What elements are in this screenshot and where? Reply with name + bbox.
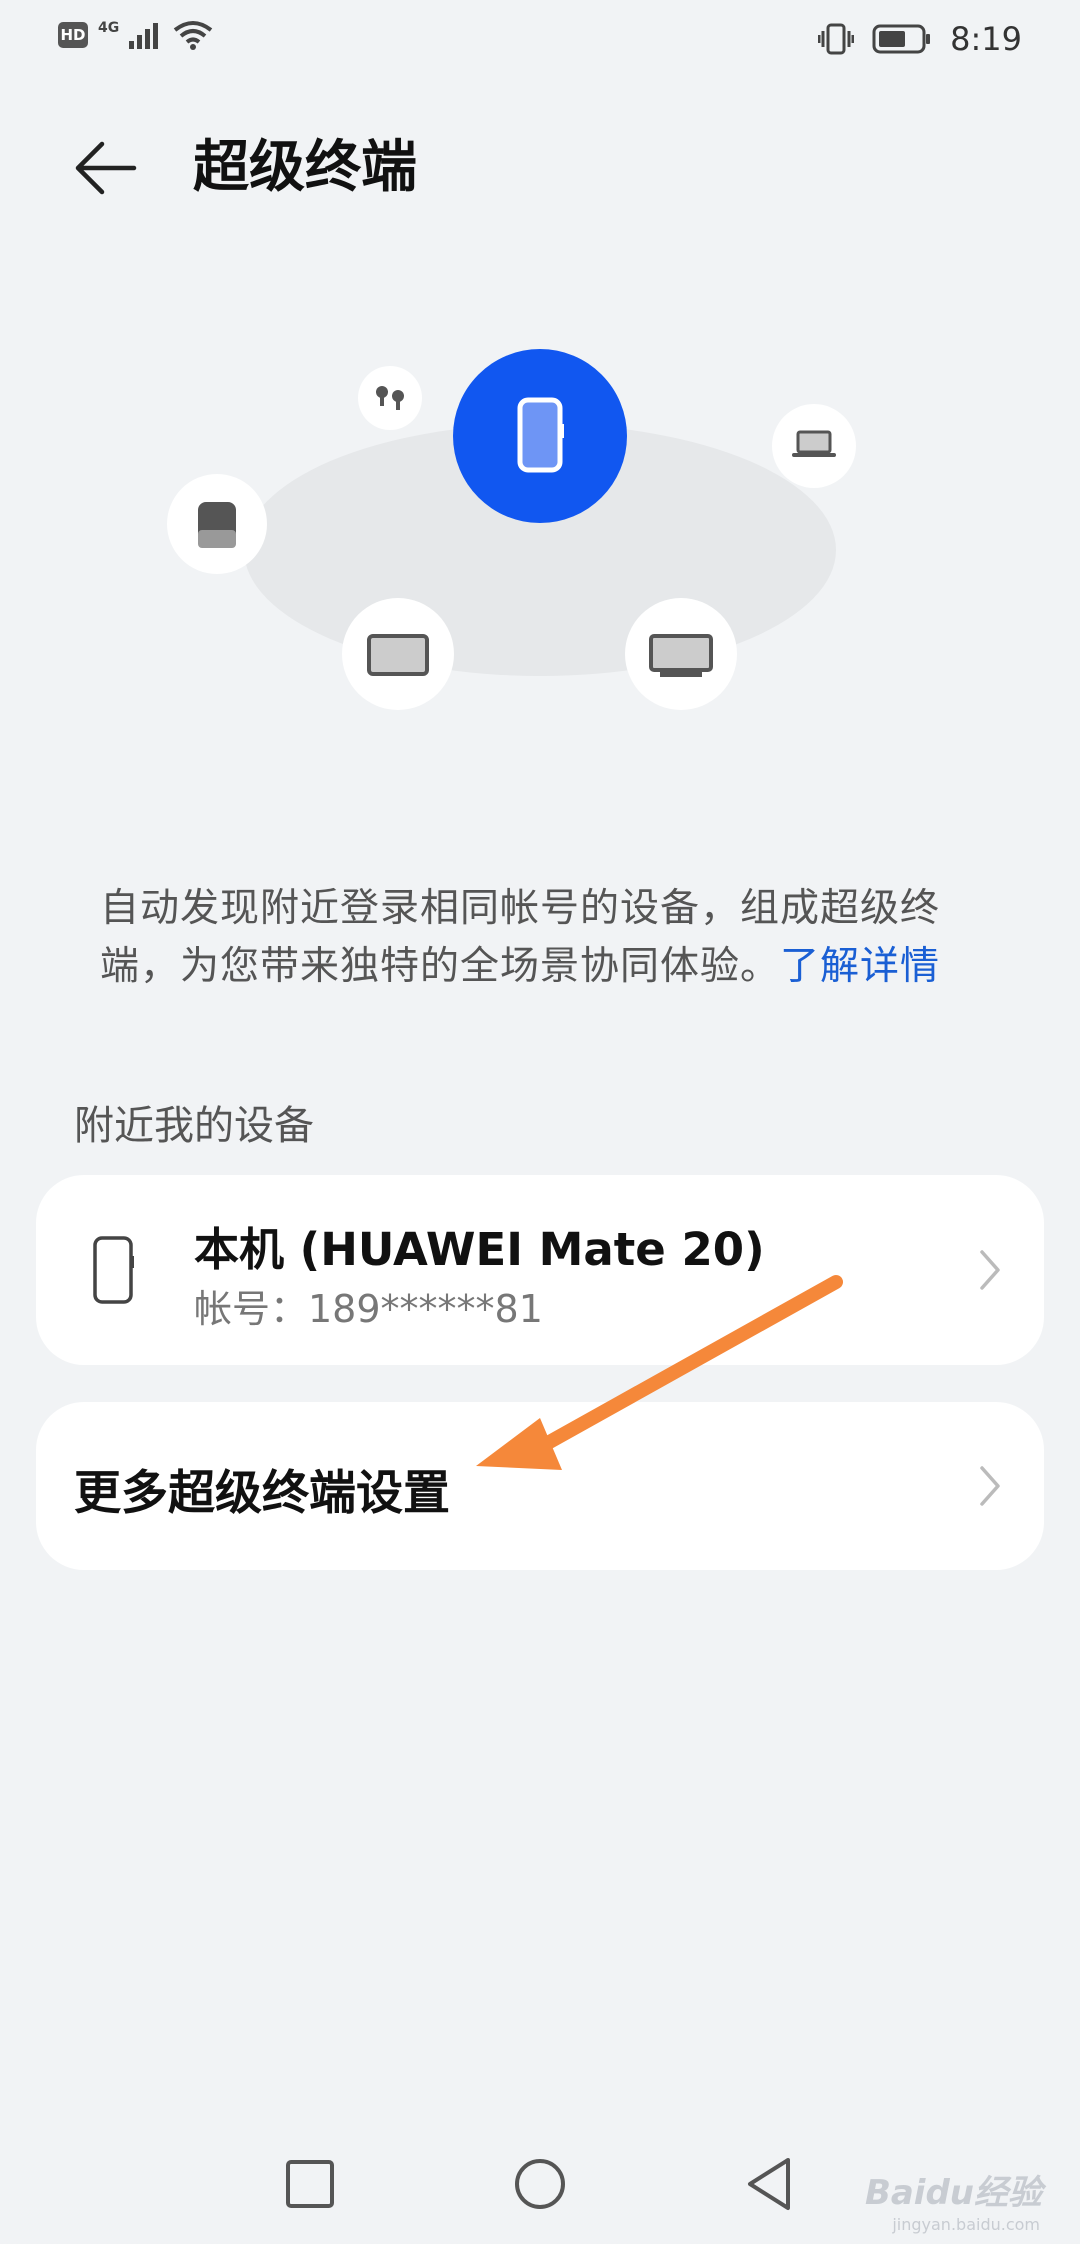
watermark-url: jingyan.baidu.com [892,2215,1040,2234]
laptop-icon [772,404,856,488]
watermark-brand: Baidu经验 [864,2173,1042,2213]
hd-badge: HD [58,22,88,48]
clock: 8:19 [950,20,1022,58]
section-title-nearby-devices: 附近我的设备 [74,1103,314,1149]
back-button[interactable] [68,130,144,206]
device-account: 帐号：189******81 [194,1287,543,1331]
super-device-illustration [167,349,856,710]
home-button[interactable] [508,2152,572,2216]
nav-back-button[interactable] [738,2152,802,2216]
wifi-icon [174,21,213,50]
battery-icon [872,24,931,54]
more-settings-card[interactable]: 更多超级终端设置 [36,1402,1044,1570]
arrow-left-icon [75,141,137,195]
learn-more-link[interactable]: 了解详情 [780,944,940,989]
device-name: 本机 (HUAWEI Mate 20) [194,1223,765,1276]
status-bar: HD 4G 8:19 [0,0,1080,80]
this-device-card[interactable]: 本机 (HUAWEI Mate 20) 帐号：189******81 [36,1175,1044,1365]
signal-icon [129,23,159,49]
recent-apps-button[interactable] [278,2152,342,2216]
network-type: 4G [98,20,120,36]
tv-icon [625,598,737,710]
speaker-icon [167,474,267,574]
status-right: 8:19 [818,20,1022,58]
chevron-right-icon [980,1466,1000,1506]
feature-description: 自动发现附近登录相同帐号的设备，组成超级终端，为您带来独特的全场景协同体验。了解… [100,880,980,996]
more-settings-label: 更多超级终端设置 [74,1466,450,1521]
phone-icon [93,1236,134,1304]
status-left: HD 4G [58,20,213,50]
vibrate-icon [818,23,855,55]
tablet-icon [342,598,454,710]
chevron-right-icon [980,1250,1000,1290]
page-title: 超级终端 [193,135,417,200]
earbuds-icon [358,366,422,430]
phone-icon [453,349,627,523]
